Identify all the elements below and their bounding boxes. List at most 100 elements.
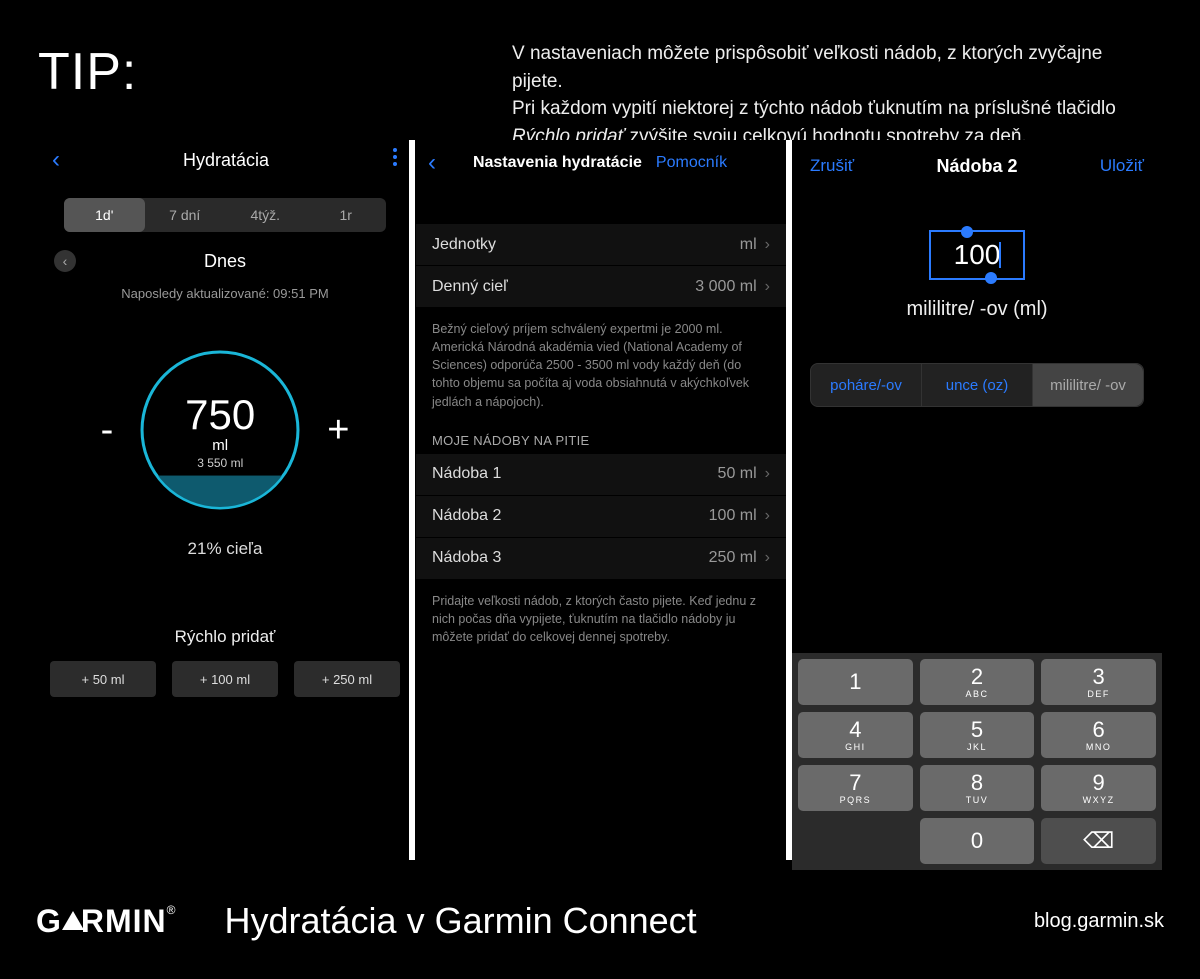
chevron-right-icon: › xyxy=(765,465,770,483)
day-row: ‹ Dnes xyxy=(40,250,410,272)
unit-label: mililitre/ -ov (ml) xyxy=(792,298,1162,321)
row-container-1[interactable]: Nádoba 1 50 ml › xyxy=(416,454,786,496)
hydration-unit: ml xyxy=(212,437,228,454)
row-container-3[interactable]: Nádoba 3 250 ml › xyxy=(416,538,786,580)
key-letters: DEF xyxy=(1087,689,1110,699)
key-4[interactable]: 4GHI xyxy=(798,712,913,758)
unit-option-cups[interactable]: poháre/-ov xyxy=(811,364,922,406)
key-digit: 6 xyxy=(1093,719,1105,741)
row-units[interactable]: Jednotky ml › xyxy=(416,224,786,266)
key-blank xyxy=(798,818,913,864)
header: Zrušiť Nádoba 2 Uložiť xyxy=(792,140,1162,192)
key-5[interactable]: 5JKL xyxy=(920,712,1035,758)
row-label: Nádoba 3 xyxy=(432,549,709,567)
tab-4w[interactable]: 4týž. xyxy=(225,198,306,232)
tab-7d[interactable]: 7 dní xyxy=(145,198,226,232)
key-9[interactable]: 9WXYZ xyxy=(1041,765,1156,811)
key-letters: ABC xyxy=(965,689,988,699)
numeric-keypad: 1 2ABC 3DEF 4GHI 5JKL 6MNO 7PQRS 8TUV 9W… xyxy=(792,653,1162,870)
divider xyxy=(409,140,415,860)
garmin-delta-icon xyxy=(62,911,84,930)
row-value: 50 ml xyxy=(718,465,757,483)
containers-list: Nádoba 1 50 ml › Nádoba 2 100 ml › Nádob… xyxy=(416,454,786,580)
phone-settings: ‹ Nastavenia hydratácie Pomocník Jednotk… xyxy=(416,140,786,870)
screen-title: Nádoba 2 xyxy=(936,156,1017,177)
chevron-right-icon: › xyxy=(765,507,770,525)
chevron-right-icon: › xyxy=(765,236,770,254)
tab-1d[interactable]: 1d' xyxy=(64,198,145,232)
key-digit: 3 xyxy=(1093,666,1105,688)
hydration-goal: 3 550 ml xyxy=(197,456,243,470)
key-digit: 0 xyxy=(971,830,983,852)
tip-text: V nastaveniach môžete prispôsobiť veľkos… xyxy=(512,40,1142,150)
key-digit: 1 xyxy=(849,671,861,693)
phone-hydration: ‹ Hydratácia 1d' 7 dní 4týž. 1r ‹ Dnes N… xyxy=(40,140,410,870)
key-digit: 7 xyxy=(849,772,861,794)
chevron-right-icon: › xyxy=(765,278,770,296)
info-text-2: Pridajte veľkosti nádob, z ktorých často… xyxy=(416,580,786,658)
key-letters: WXYZ xyxy=(1083,795,1115,805)
header: ‹ Hydratácia xyxy=(40,140,410,180)
day-label: Dnes xyxy=(54,251,396,272)
hydration-value: 750 xyxy=(185,391,255,439)
garmin-logo: GRMIN® xyxy=(36,903,177,940)
row-value: 250 ml xyxy=(709,549,757,567)
row-label: Nádoba 2 xyxy=(432,507,709,525)
screen-title: Hydratácia xyxy=(60,150,392,171)
tab-1y[interactable]: 1r xyxy=(306,198,387,232)
tip-line1: V nastaveniach môžete prispôsobiť veľkos… xyxy=(512,43,1102,92)
key-letters: MNO xyxy=(1086,742,1112,752)
phone-container-edit: Zrušiť Nádoba 2 Uložiť 100 mililitre/ -o… xyxy=(792,140,1162,870)
row-container-2[interactable]: Nádoba 2 100 ml › xyxy=(416,496,786,538)
row-daily-goal[interactable]: Denný cieľ 3 000 ml › xyxy=(416,266,786,308)
key-digit: 5 xyxy=(971,719,983,741)
row-value: 3 000 ml xyxy=(695,278,756,296)
key-8[interactable]: 8TUV xyxy=(920,765,1035,811)
footer-url: blog.garmin.sk xyxy=(1034,910,1164,933)
settings-list: Jednotky ml › Denný cieľ 3 000 ml › xyxy=(416,224,786,308)
tip-label: TIP: xyxy=(38,42,137,102)
tip-line2a: Pri každom vypití niektorej z týchto nád… xyxy=(512,98,1116,119)
quick-add-buttons: + 50 ml + 100 ml + 250 ml xyxy=(40,661,410,697)
key-3[interactable]: 3DEF xyxy=(1041,659,1156,705)
row-value: 100 ml xyxy=(709,507,757,525)
screen-title: Nastavenia hydratácie xyxy=(473,154,642,172)
quick-add-250[interactable]: + 250 ml xyxy=(294,661,400,697)
section-header-containers: MOJE NÁDOBY NA PITIE xyxy=(416,423,786,454)
key-letters: PQRS xyxy=(840,795,872,805)
footer-title: Hydratácia v Garmin Connect xyxy=(225,900,697,942)
key-7[interactable]: 7PQRS xyxy=(798,765,913,811)
unit-option-oz[interactable]: unce (oz) xyxy=(922,364,1033,406)
help-link[interactable]: Pomocník xyxy=(656,154,727,172)
percent-of-goal: 21% cieľa xyxy=(40,539,410,559)
backspace-icon: ⌫ xyxy=(1083,830,1114,852)
quick-add-50[interactable]: + 50 ml xyxy=(50,661,156,697)
key-2[interactable]: 2ABC xyxy=(920,659,1035,705)
unit-segmented-control: poháre/-ov unce (oz) mililitre/ -ov xyxy=(810,363,1144,407)
key-digit: 8 xyxy=(971,772,983,794)
selection-handle-icon xyxy=(985,272,997,284)
text-cursor xyxy=(999,242,1001,268)
more-menu-icon[interactable] xyxy=(392,147,398,173)
cancel-button[interactable]: Zrušiť xyxy=(810,156,854,176)
key-letters: GHI xyxy=(845,742,866,752)
unit-option-ml[interactable]: mililitre/ -ov xyxy=(1033,364,1143,406)
time-range-tabs: 1d' 7 dní 4týž. 1r xyxy=(64,198,386,232)
key-0[interactable]: 0 xyxy=(920,818,1035,864)
volume-input[interactable]: 100 xyxy=(929,230,1025,280)
volume-value: 100 xyxy=(954,239,1001,271)
save-button[interactable]: Uložiť xyxy=(1100,156,1144,176)
footer: GRMIN® Hydratácia v Garmin Connect blog.… xyxy=(0,881,1200,961)
key-6[interactable]: 6MNO xyxy=(1041,712,1156,758)
key-backspace[interactable]: ⌫ xyxy=(1041,818,1156,864)
key-digit: 2 xyxy=(971,666,983,688)
key-1[interactable]: 1 xyxy=(798,659,913,705)
back-button[interactable]: ‹ xyxy=(52,146,60,174)
key-letters: TUV xyxy=(966,795,989,805)
row-label: Jednotky xyxy=(432,236,740,254)
decrement-button[interactable]: - xyxy=(101,409,114,452)
row-value: ml xyxy=(740,236,757,254)
quick-add-100[interactable]: + 100 ml xyxy=(172,661,278,697)
row-label: Nádoba 1 xyxy=(432,465,718,483)
increment-button[interactable]: + xyxy=(327,409,349,452)
